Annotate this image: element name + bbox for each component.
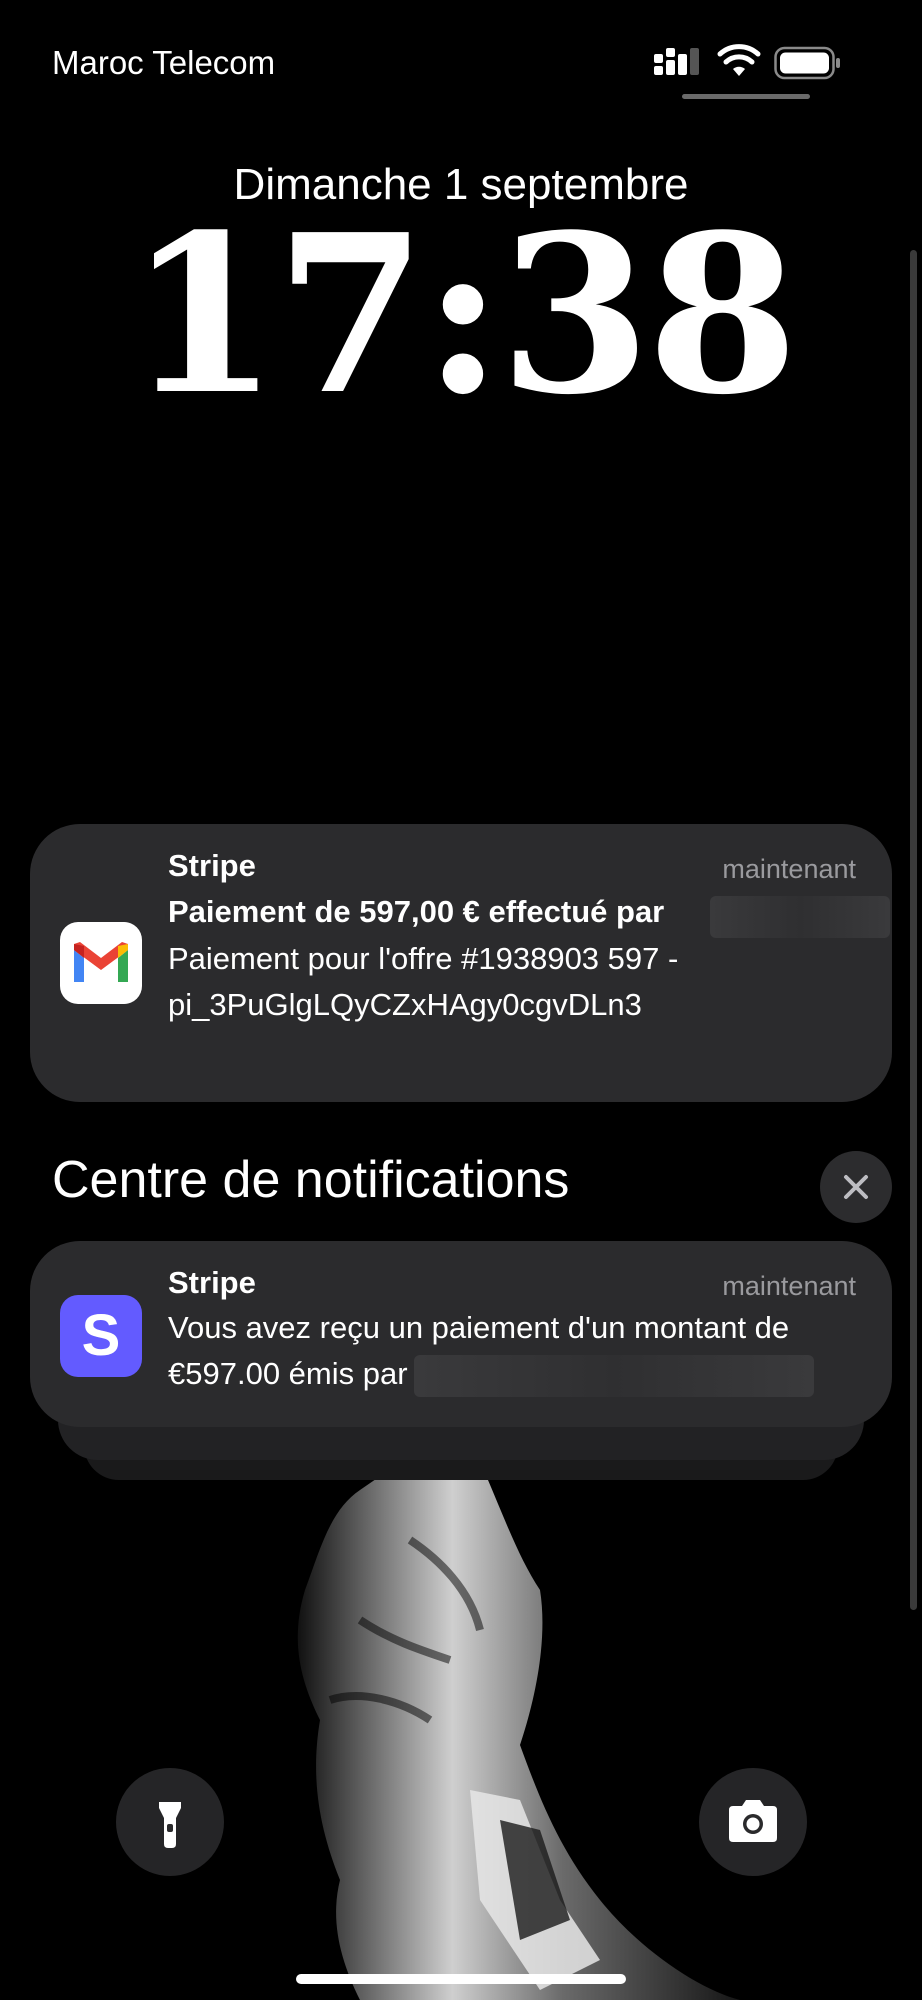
home-indicator[interactable] bbox=[296, 1974, 626, 1984]
notification-center-title: Centre de notifications bbox=[52, 1151, 570, 1209]
notification-title: Paiement de 597,00 € effectué par bbox=[168, 894, 665, 929]
scroll-indicator[interactable] bbox=[910, 250, 917, 1610]
redacted-sender bbox=[710, 896, 890, 938]
wifi-icon bbox=[717, 44, 761, 76]
clear-notifications-button[interactable] bbox=[820, 1151, 892, 1223]
gmail-icon bbox=[60, 922, 142, 1004]
notification-app-name: Stripe bbox=[168, 1265, 256, 1300]
carrier-name: Maroc Telecom bbox=[52, 44, 276, 81]
close-icon bbox=[844, 1175, 868, 1199]
status-indicator-bar bbox=[682, 94, 810, 99]
stripe-icon-letter: S bbox=[81, 1303, 121, 1368]
flashlight-icon bbox=[159, 1802, 181, 1848]
battery-icon bbox=[774, 46, 840, 80]
lock-screen-time: 17:38 bbox=[127, 187, 798, 443]
camera-icon bbox=[729, 1800, 777, 1842]
flashlight-button[interactable] bbox=[116, 1768, 224, 1876]
notification-time: maintenant bbox=[722, 854, 856, 884]
notification-app-name: Stripe bbox=[168, 848, 256, 883]
notification-time: maintenant bbox=[722, 1271, 856, 1301]
cellular-signal-icon bbox=[654, 48, 699, 75]
redacted-sender bbox=[413, 1354, 814, 1397]
notification-body: Paiement pour l'offre #1938903 597 - pi_… bbox=[168, 941, 679, 1022]
status-bar: Maroc Telecom bbox=[0, 0, 922, 110]
camera-button[interactable] bbox=[699, 1768, 807, 1876]
notification-stack[interactable]: S Stripe maintenant Vous avez reçu un pa… bbox=[30, 1241, 892, 1427]
notification-body: Vous avez reçu un paiement d'un montant … bbox=[168, 1305, 868, 1397]
stripe-icon: S bbox=[60, 1295, 142, 1377]
notification-card[interactable]: Stripe maintenant Paiement de 597,00 € e… bbox=[30, 824, 892, 1102]
